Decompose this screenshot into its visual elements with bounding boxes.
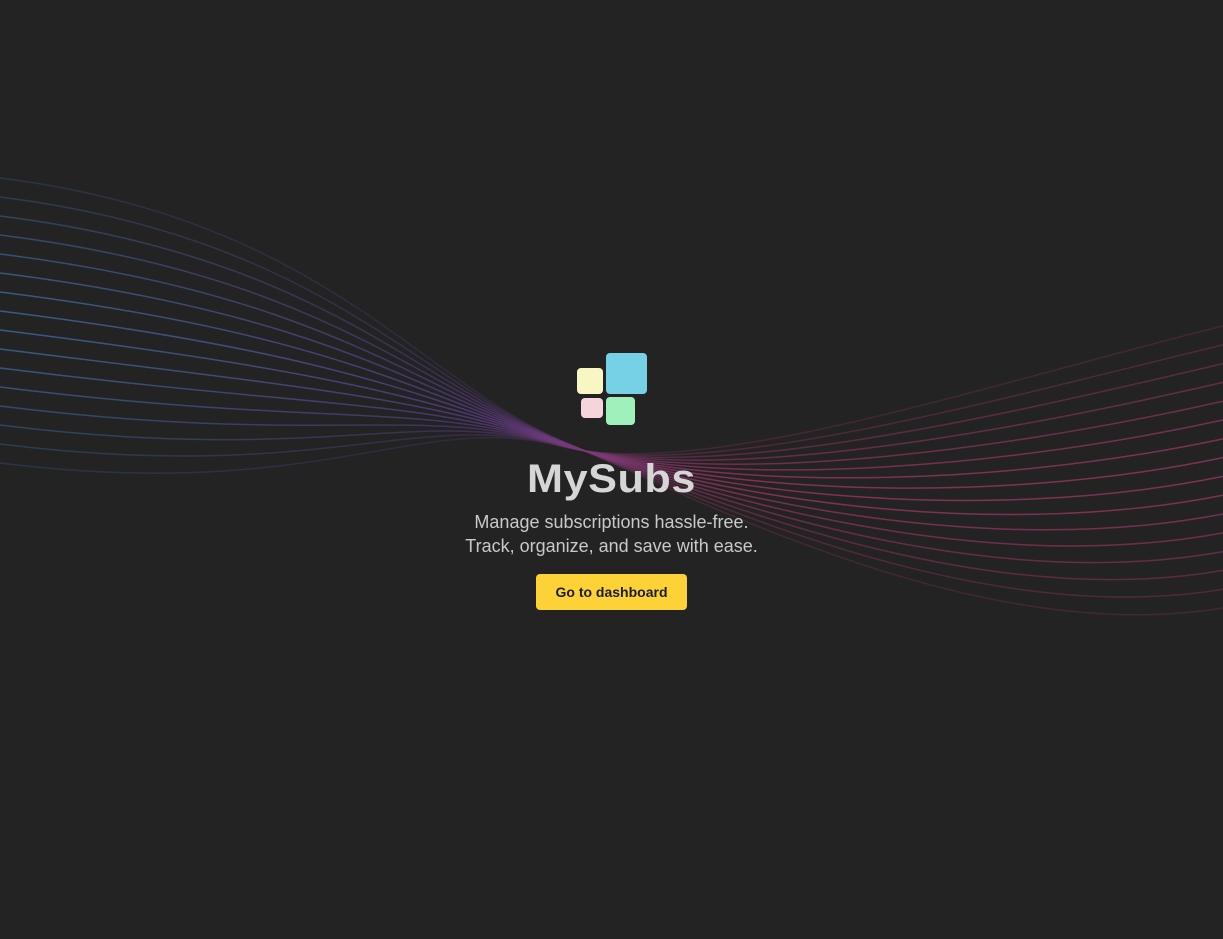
landing-page: MySubs Manage subscriptions hassle-free.… bbox=[0, 0, 1223, 939]
tagline-line-2: Track, organize, and save with ease. bbox=[465, 536, 758, 556]
logo-tile-pink bbox=[581, 398, 603, 418]
hero-section: MySubs Manage subscriptions hassle-free.… bbox=[0, 0, 1223, 939]
app-logo-grid-icon bbox=[577, 353, 649, 427]
logo-tile-blue bbox=[606, 353, 647, 394]
logo-tile-green bbox=[606, 397, 635, 425]
go-to-dashboard-button[interactable]: Go to dashboard bbox=[536, 574, 687, 610]
app-title: MySubs bbox=[527, 457, 696, 501]
logo-tile-yellow bbox=[577, 368, 603, 394]
tagline-line-1: Manage subscriptions hassle-free. bbox=[474, 512, 749, 532]
